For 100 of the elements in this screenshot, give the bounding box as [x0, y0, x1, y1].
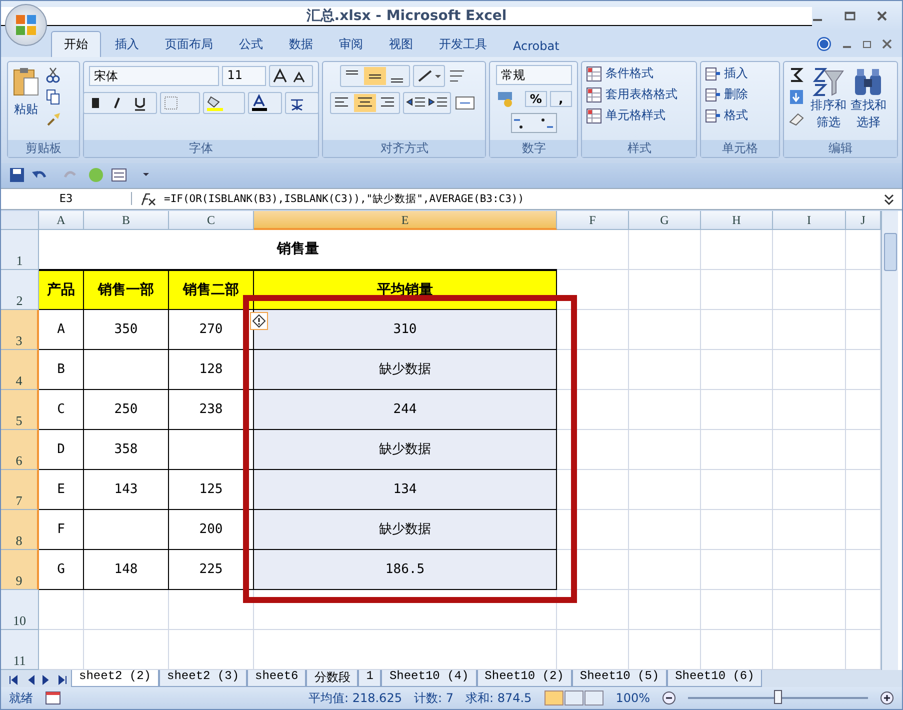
row-header[interactable]: 7: [1, 470, 39, 510]
zoom-out-icon[interactable]: [662, 691, 676, 706]
styles-menu-button[interactable]: 单元格样式: [586, 107, 666, 124]
scissors-icon[interactable]: [46, 67, 60, 84]
paste-button[interactable]: 粘贴: [12, 65, 40, 118]
group-label: 数字: [522, 140, 546, 157]
find-select-button[interactable]: 查找和 选择: [850, 65, 886, 137]
cells-menu-button[interactable]: 删除: [705, 86, 748, 104]
table-cell: 238: [169, 390, 254, 430]
sheet-tab[interactable]: 1: [358, 670, 382, 688]
formula-field[interactable]: =IF(OR(ISBLANK(B3),ISBLANK(C3)),"缺少数据",AVERAGE(B3:C3)): [164, 192, 876, 206]
row-header[interactable]: 10: [1, 590, 39, 630]
row-header[interactable]: 9: [1, 550, 39, 590]
table-cell: 148: [84, 550, 169, 590]
close-icon[interactable]: [882, 39, 892, 50]
borders-icon[interactable]: [160, 92, 200, 114]
group-label: 编辑: [828, 140, 853, 157]
font-color-icon[interactable]: [248, 92, 282, 114]
styles-menu-button[interactable]: 条件格式: [586, 65, 654, 82]
macro-record-icon[interactable]: [45, 691, 61, 706]
row-header[interactable]: 2: [1, 270, 39, 310]
name-box[interactable]: E3: [1, 192, 132, 206]
column-header[interactable]: E: [254, 210, 557, 230]
error-warning-icon[interactable]: [250, 312, 268, 330]
ribbon-tab[interactable]: 审阅: [327, 32, 375, 58]
table-cell: 缺少数据: [254, 350, 557, 390]
group-label: 字体: [189, 140, 214, 157]
close-icon[interactable]: [876, 10, 888, 22]
maximize-icon[interactable]: [844, 10, 856, 22]
view-buttons-icon[interactable]: [544, 690, 604, 706]
save-icon[interactable]: [9, 167, 25, 184]
row-header[interactable]: 8: [1, 510, 39, 550]
row-header[interactable]: 4: [1, 350, 39, 390]
table-cell: 225: [169, 550, 254, 590]
decimal-places-icon[interactable]: [510, 113, 557, 134]
sort-filter-icon: [811, 65, 846, 98]
horizontal-align-icon[interactable]: [330, 92, 400, 114]
ribbon-tab[interactable]: 插入: [103, 32, 151, 58]
vertical-align-icon[interactable]: [340, 65, 410, 88]
zoom-in-icon[interactable]: [880, 691, 894, 706]
ribbon-tab[interactable]: 开发工具: [427, 32, 499, 58]
sheet-tab[interactable]: sheet2 (3): [159, 670, 248, 688]
column-header[interactable]: C: [169, 210, 254, 230]
table-header-cell: 产品: [39, 270, 84, 310]
zoom-slider[interactable]: [774, 690, 782, 704]
percent-button[interactable]: %: [524, 91, 547, 108]
sheet-tab[interactable]: sheet6: [247, 670, 306, 688]
column-header[interactable]: J: [846, 210, 881, 230]
fill-color-icon[interactable]: [203, 92, 246, 114]
sheet-tab[interactable]: 分数段: [306, 670, 358, 688]
ribbon-tab[interactable]: Acrobat: [501, 35, 572, 58]
table-cell: A: [39, 310, 84, 350]
cells-menu-button[interactable]: 格式: [705, 107, 748, 124]
restore-icon[interactable]: [862, 39, 872, 50]
sheet-tab[interactable]: sheet2 (2): [71, 670, 160, 688]
column-header[interactable]: I: [773, 210, 846, 230]
font-size-field[interactable]: 11: [222, 66, 266, 86]
number-format-field[interactable]: 常规: [496, 65, 572, 86]
sheet-tab[interactable]: Sheet10 (5): [572, 670, 668, 688]
column-header[interactable]: F: [557, 210, 629, 230]
comma-button[interactable]: ,: [550, 91, 572, 108]
help-icon[interactable]: [816, 36, 832, 52]
orientation-icon[interactable]: [413, 65, 446, 88]
sheet-tab[interactable]: Sheet10 (2): [476, 670, 572, 688]
phonetic-icon[interactable]: [285, 92, 320, 114]
copy-icon[interactable]: [46, 89, 60, 106]
row-header[interactable]: 11: [1, 630, 39, 670]
row-header[interactable]: 3: [1, 310, 39, 350]
table-cell: 250: [84, 390, 169, 430]
cells-menu-button[interactable]: 插入: [705, 65, 748, 82]
sort-filter-button[interactable]: 排序和 筛选: [810, 65, 846, 137]
row-header[interactable]: 6: [1, 430, 39, 470]
grow-font-icon[interactable]: [269, 65, 314, 88]
ribbon-tab[interactable]: 视图: [377, 32, 425, 58]
group-label: 剪贴板: [26, 140, 62, 157]
ribbon-tab[interactable]: 公式: [227, 32, 275, 58]
table-cell: D: [39, 430, 84, 470]
brush-icon[interactable]: [46, 111, 62, 128]
ribbon-tab[interactable]: 页面布局: [153, 32, 225, 58]
column-header[interactable]: H: [701, 210, 773, 230]
table-header-cell: 销售二部: [169, 270, 254, 310]
font-name-field[interactable]: 宋体: [89, 66, 220, 86]
ribbon-tab[interactable]: 开始: [51, 31, 101, 58]
table-cell: F: [39, 510, 84, 550]
vertical-scrollbar[interactable]: [881, 210, 898, 670]
row-header[interactable]: 5: [1, 390, 39, 430]
styles-menu-button[interactable]: 套用表格格式: [586, 86, 678, 104]
ribbon-tab[interactable]: 数据: [277, 32, 325, 58]
table-cell: C: [39, 390, 84, 430]
column-header[interactable]: B: [84, 210, 169, 230]
column-header[interactable]: G: [629, 210, 701, 230]
sheet-tab[interactable]: Sheet10 (6): [667, 670, 762, 688]
eraser-icon[interactable]: [788, 111, 806, 128]
bold-italic-underline-icon[interactable]: [83, 92, 158, 114]
table-cell: 缺少数据: [254, 510, 557, 550]
indent-icon[interactable]: [403, 92, 452, 114]
row-header[interactable]: 1: [1, 230, 39, 270]
sheet-tab[interactable]: Sheet10 (4): [381, 670, 477, 688]
cells-icon: [705, 66, 722, 82]
column-header[interactable]: A: [39, 210, 84, 230]
